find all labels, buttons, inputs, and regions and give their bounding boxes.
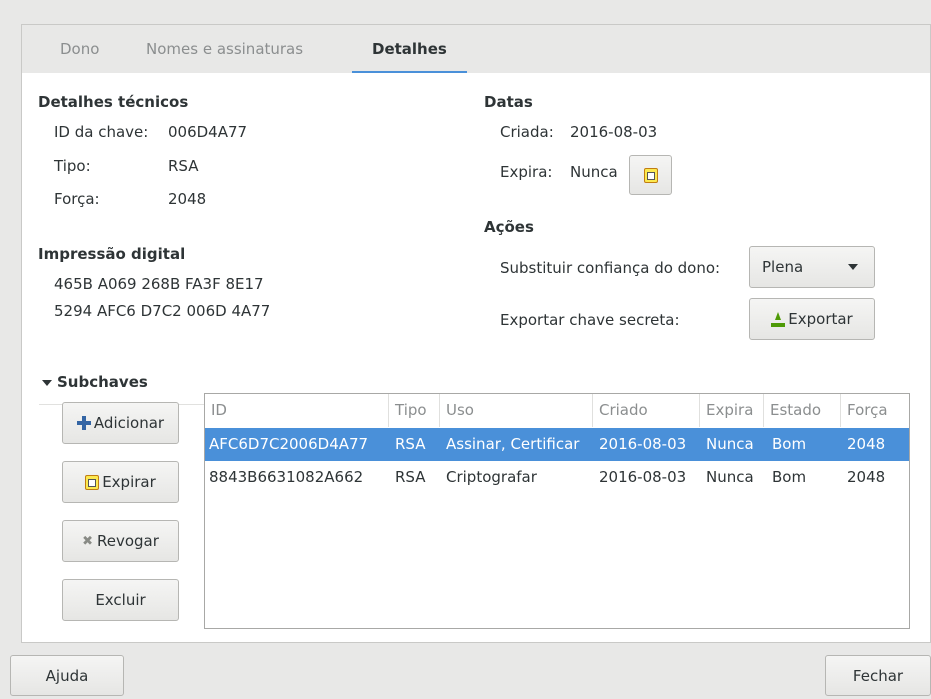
expires-label: Expira:	[500, 163, 553, 181]
close-button[interactable]: Fechar	[825, 655, 931, 696]
cell-created: 2016-08-03	[599, 435, 687, 453]
expander-arrow-icon	[42, 379, 52, 386]
change-expiry-button[interactable]	[629, 155, 672, 195]
tab-details[interactable]: Detalhes	[352, 25, 467, 74]
cell-expires: Nunca	[706, 435, 754, 453]
cell-strength: 2048	[847, 435, 886, 453]
close-icon: ✖	[82, 533, 93, 549]
column-header-status[interactable]: Estado	[764, 394, 841, 427]
help-button-label: Ajuda	[45, 666, 89, 685]
calendar-icon	[643, 167, 658, 183]
calendar-icon	[85, 474, 100, 490]
cell-expires: Nunca	[706, 468, 754, 486]
cell-usage: Assinar, Certificar	[446, 435, 580, 453]
help-button[interactable]: Ajuda	[10, 655, 124, 696]
key-id-label: ID da chave:	[54, 123, 149, 141]
type-value: RSA	[168, 157, 199, 175]
cell-id: 8843B6631082A662	[209, 468, 364, 486]
column-header-id[interactable]: ID	[205, 394, 389, 427]
type-label: Tipo:	[54, 157, 91, 175]
strength-label: Força:	[54, 190, 100, 208]
key-id-value: 006D4A77	[168, 123, 248, 141]
tab-owner[interactable]: Dono	[60, 25, 99, 73]
cell-type: RSA	[395, 435, 426, 453]
expires-value: Nunca	[570, 163, 618, 181]
fingerprint-line-2: 5294 AFC6 D7C2 006D 4A77	[54, 302, 271, 320]
add-subkey-button[interactable]: Adicionar	[62, 402, 179, 444]
trust-label: Substituir confiança do dono:	[500, 259, 721, 277]
close-button-label: Fechar	[852, 666, 904, 685]
actions-title: Ações	[484, 218, 534, 236]
technical-details-title: Detalhes técnicos	[38, 93, 189, 111]
trust-combo-value: Plena	[762, 258, 804, 276]
column-header-created[interactable]: Criado	[593, 394, 700, 427]
trust-combo[interactable]: Plena	[749, 246, 875, 288]
created-label: Criada:	[500, 123, 554, 141]
tab-bar: Dono Nomes e assinaturas Detalhes	[22, 25, 930, 74]
cell-status: Bom	[772, 468, 807, 486]
table-row[interactable]: 8843B6631082A662 RSA Criptografar 2016-0…	[205, 461, 909, 494]
column-header-expires[interactable]: Expira	[700, 394, 764, 427]
expire-subkey-label: Expirar	[102, 473, 156, 491]
subkeys-title: Subchaves	[57, 373, 148, 391]
cell-status: Bom	[772, 435, 807, 453]
table-row[interactable]: AFC6D7C2006D4A77 RSA Assinar, Certificar…	[205, 428, 909, 461]
fingerprint-title: Impressão digital	[38, 245, 186, 263]
cell-created: 2016-08-03	[599, 468, 687, 486]
chevron-down-icon	[848, 264, 858, 270]
download-icon	[771, 311, 786, 327]
export-button-label: Exportar	[788, 310, 853, 328]
plus-icon	[76, 416, 91, 430]
export-button[interactable]: Exportar	[749, 298, 875, 340]
export-secret-label: Exportar chave secreta:	[500, 311, 680, 329]
cell-usage: Criptografar	[446, 468, 537, 486]
expire-subkey-button[interactable]: Expirar	[62, 461, 179, 503]
table-header: ID Tipo Uso Criado Expira Estado Força	[205, 394, 909, 427]
dates-title: Datas	[484, 93, 533, 111]
column-header-usage[interactable]: Uso	[440, 394, 593, 427]
delete-subkey-button[interactable]: Excluir	[62, 579, 179, 621]
cell-type: RSA	[395, 468, 426, 486]
add-subkey-label: Adicionar	[93, 414, 165, 432]
strength-value: 2048	[168, 190, 207, 208]
cell-id: AFC6D7C2006D4A77	[209, 435, 369, 453]
tab-names-signatures[interactable]: Nomes e assinaturas	[146, 25, 303, 73]
cell-strength: 2048	[847, 468, 886, 486]
column-header-strength[interactable]: Força	[841, 394, 909, 427]
created-value: 2016-08-03	[570, 123, 658, 141]
revoke-subkey-button[interactable]: ✖ Revogar	[62, 520, 179, 562]
subkeys-expander[interactable]: Subchaves	[42, 373, 148, 391]
fingerprint-line-1: 465B A069 268B FA3F 8E17	[54, 275, 264, 293]
revoke-subkey-label: Revogar	[96, 532, 159, 550]
column-header-type[interactable]: Tipo	[389, 394, 440, 427]
subkeys-table[interactable]: ID Tipo Uso Criado Expira Estado Força A…	[204, 393, 910, 629]
delete-subkey-label: Excluir	[95, 591, 146, 609]
